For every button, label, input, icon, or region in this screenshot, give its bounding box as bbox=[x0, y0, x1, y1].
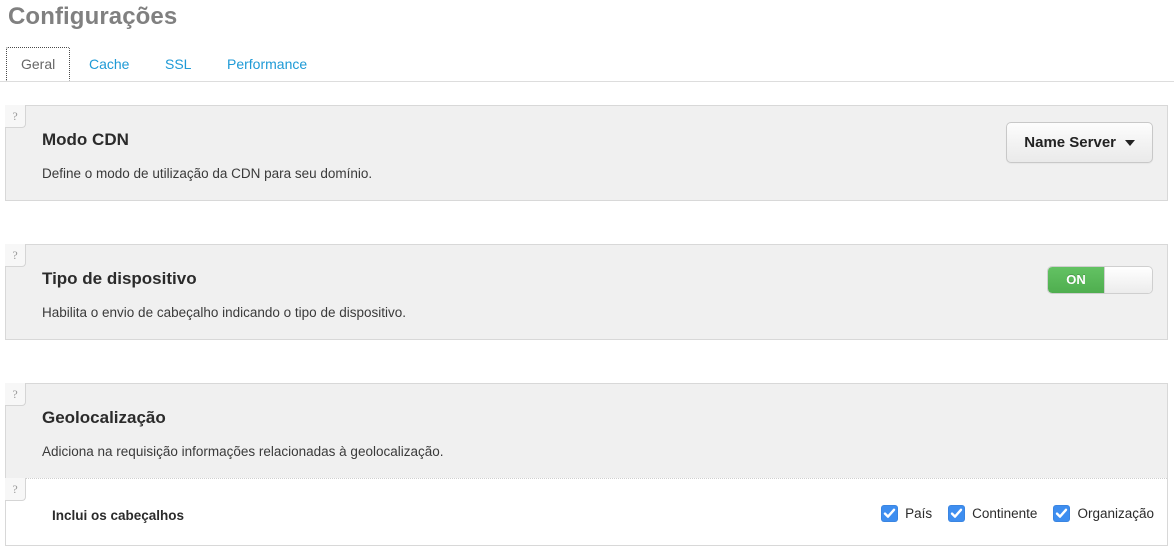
chevron-down-icon bbox=[1125, 140, 1135, 147]
help-icon[interactable]: ? bbox=[5, 244, 26, 267]
panel-modo-cdn-head: ? Modo CDN Define o modo de utilização d… bbox=[5, 105, 1167, 200]
headers-checkbox-group: País Continente Organização bbox=[881, 505, 1154, 522]
panel-geolocalizacao-head: ? Geolocalização Adiciona na requisição … bbox=[5, 383, 1167, 478]
checkbox-organizacao[interactable]: Organização bbox=[1053, 505, 1154, 522]
panel-tipo-dispositivo-head: ? Tipo de dispositivo Habilita o envio d… bbox=[5, 244, 1167, 339]
geolocation-headers-row: ? Inclui os cabeçalhos País Continente O… bbox=[5, 478, 1167, 545]
panel-title: Tipo de dispositivo bbox=[42, 269, 197, 288]
panel-description: Adiciona na requisição informações relac… bbox=[42, 444, 444, 459]
toggle-on-label: ON bbox=[1048, 267, 1104, 293]
device-type-toggle[interactable]: ON bbox=[1047, 266, 1153, 294]
cdn-mode-dropdown[interactable]: Name Server bbox=[1006, 122, 1153, 163]
checkbox-label: País bbox=[905, 505, 933, 521]
checkbox-label: Continente bbox=[972, 505, 1038, 521]
panel-description: Define o modo de utilização da CDN para … bbox=[42, 166, 373, 181]
headers-label: Inclui os cabeçalhos bbox=[52, 508, 185, 523]
check-icon[interactable] bbox=[1053, 505, 1071, 522]
tab-geral[interactable]: Geral bbox=[6, 47, 71, 81]
cdn-mode-value: Name Server bbox=[1024, 134, 1116, 151]
tab-bar: Geral Cache SSL Performance bbox=[0, 47, 1174, 82]
checkbox-pais[interactable]: País bbox=[881, 505, 932, 522]
tab-performance[interactable]: Performance bbox=[213, 47, 321, 81]
help-icon[interactable]: ? bbox=[5, 478, 26, 501]
toggle-knob[interactable] bbox=[1104, 267, 1152, 293]
panel-title: Modo CDN bbox=[42, 130, 129, 149]
check-icon[interactable] bbox=[881, 505, 899, 522]
device-type-control: ON bbox=[1047, 266, 1153, 299]
settings-page: Configurações Geral Cache SSL Performanc… bbox=[0, 0, 1174, 546]
panel-tipo-dispositivo: ? Tipo de dispositivo Habilita o envio d… bbox=[5, 244, 1168, 340]
panel-geolocalizacao: ? Geolocalização Adiciona na requisição … bbox=[5, 383, 1168, 546]
checkbox-continente[interactable]: Continente bbox=[948, 505, 1037, 522]
page-title: Configurações bbox=[8, 3, 178, 30]
panel-description: Habilita o envio de cabeçalho indicando … bbox=[42, 305, 406, 320]
check-icon[interactable] bbox=[948, 505, 966, 522]
checkbox-label: Organização bbox=[1077, 505, 1154, 521]
panel-title: Geolocalização bbox=[42, 408, 166, 427]
help-icon[interactable]: ? bbox=[5, 105, 26, 128]
help-icon[interactable]: ? bbox=[5, 383, 26, 406]
tab-ssl[interactable]: SSL bbox=[151, 47, 205, 81]
cdn-mode-control: Name Server bbox=[1006, 122, 1153, 163]
tab-cache[interactable]: Cache bbox=[75, 47, 143, 81]
panel-modo-cdn: ? Modo CDN Define o modo de utilização d… bbox=[5, 105, 1168, 201]
